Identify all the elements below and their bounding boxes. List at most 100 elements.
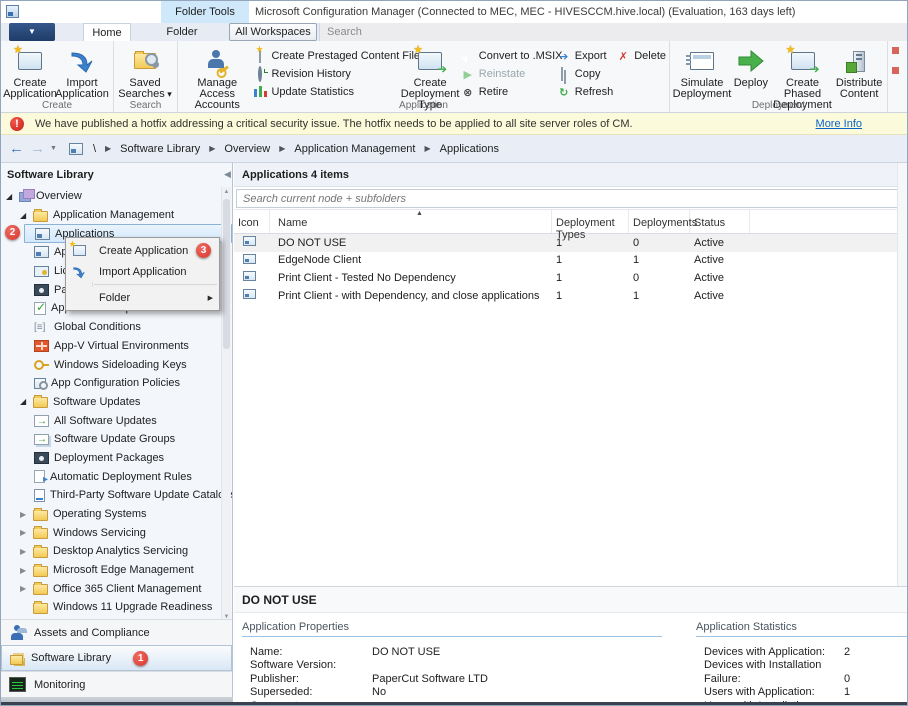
update-statistics-icon [253,84,267,100]
distribute-content-icon [846,50,866,73]
tree-item-global-conditions[interactable]: Global Conditions [1,318,232,337]
ribbon: Create Application Import Application Cr… [1,41,907,113]
tree-collapsed-icon[interactable]: ▶ [20,528,33,537]
workspace-software-library[interactable]: Software Library 1 [1,645,232,671]
menu-separator [94,284,217,285]
delete-icon: ✗ [618,50,628,63]
tree-item-app-configuration-policies[interactable]: App Configuration Policies [1,374,232,393]
breadcrumb-separator-icon: ▶ [209,144,216,153]
deploy-button[interactable]: Deploy [731,43,771,89]
tree-item-deployment-packages[interactable]: Deployment Packages [1,449,232,468]
more-info-link[interactable]: More Info [816,118,862,130]
tree-item-office-365-client-management[interactable]: ▶ Office 365 Client Management [1,579,232,598]
tree-item-overview[interactable]: ◢ Overview [1,187,232,206]
submenu-arrow-icon: ▶ [207,294,213,302]
address-bar: ← → ▼ \ ▶ Software Library ▶ Overview ▶ … [1,135,907,163]
tree-item-software-updates[interactable]: ◢ Software Updates [1,393,232,412]
tree-item-automatic-deployment-rules[interactable]: Automatic Deployment Rules [1,467,232,486]
table-row-print-client-tested[interactable]: Print Client - Tested No Dependency 1 0 … [234,269,907,287]
context-menu: Create Application 3 Import Application … [65,237,220,311]
menu-item-create-application[interactable]: Create Application 3 [66,239,219,261]
table-row-edgenode-client[interactable]: EdgeNode Client 1 1 Active [234,252,907,270]
create-application-button[interactable]: Create Application [3,43,57,100]
copy-button[interactable]: Copy [557,65,616,83]
distribute-content-button[interactable]: Distribute Content [834,43,884,100]
column-name[interactable]: Name [270,210,552,233]
tree-item-operating-systems[interactable]: ▶ Operating Systems [1,505,232,524]
statistics-heading: Application Statistics [696,621,907,637]
breadcrumb-separator-icon: ▶ [105,144,112,153]
ribbon-group-deployment: Simulate Deployment Deploy Create Phased… [670,41,888,112]
search-tab[interactable]: Search [319,23,905,41]
reinstate-button[interactable]: ▶ Reinstate [461,65,557,83]
tree-expanded-icon[interactable]: ◢ [20,397,33,406]
breadcrumb-root[interactable]: \ [93,143,96,155]
breadcrumb-applications[interactable]: Applications [440,143,499,155]
tree-scrollbar[interactable]: ▲ ▼ [221,187,231,622]
tree-item-windows-11-upgrade-readiness[interactable]: Windows 11 Upgrade Readiness [1,598,232,617]
back-button[interactable]: ← [9,136,24,162]
column-status[interactable]: Status [690,210,750,233]
tree-item-windows-servicing[interactable]: ▶ Windows Servicing [1,523,232,542]
column-icon[interactable]: Icon [234,210,270,233]
tree-collapsed-icon[interactable]: ▶ [20,547,33,556]
convert-to-msix-button[interactable]: Convert to .MSIX [461,47,563,65]
simulate-deployment-button[interactable]: Simulate Deployment [673,43,731,100]
tree-collapsed-icon[interactable]: ▶ [20,566,33,575]
scroll-up-icon[interactable]: ▲ [222,189,231,195]
ribbon-tab-row: ▼ Home Folder All Workspaces Search [1,23,907,41]
folder-icon [33,395,48,409]
window-bottom-edge [1,702,907,705]
revision-history-button[interactable]: Revision History [253,65,399,83]
breadcrumb-application-management[interactable]: Application Management [294,143,415,155]
tree-collapsed-icon[interactable]: ▶ [20,510,33,519]
create-prestaged-content-file-button[interactable]: Create Prestaged Content File [253,47,420,65]
tab-folder[interactable]: Folder [157,23,207,41]
menu-item-folder[interactable]: Folder ▶ [66,287,219,308]
saved-searches-button[interactable]: Saved Searches [117,43,173,100]
import-arrow-icon [66,265,92,279]
column-deployments[interactable]: Deployments [629,210,697,233]
retire-button[interactable]: ⊗ Retire [461,83,557,101]
create-application-icon [13,45,42,70]
application-menu-button[interactable]: ▼ [9,23,55,41]
refresh-button[interactable]: ↻ Refresh [557,83,616,101]
tree-item-software-update-groups[interactable]: Software Update Groups [1,430,232,449]
import-application-button[interactable]: Import Application [55,43,109,100]
history-dropdown-icon[interactable]: ▼ [50,145,57,152]
tab-home[interactable]: Home [83,23,131,41]
scrollbar-thumb[interactable] [223,199,230,349]
export-button[interactable]: ➔ Export [557,47,616,65]
menu-item-import-application[interactable]: Import Application [66,261,219,282]
table-row-print-client-dependency[interactable]: Print Client - with Dependency, and clos… [234,287,907,305]
tree-expanded-icon[interactable]: ◢ [20,211,33,220]
tree-item-microsoft-edge-management[interactable]: ▶ Microsoft Edge Management [1,561,232,580]
tree-item-appv-virtual-environments[interactable]: App-V Virtual Environments [1,337,232,356]
tree-item-application-management[interactable]: ◢ Application Management [1,206,232,225]
application-icon [243,271,256,282]
breadcrumb-overview[interactable]: Overview [224,143,270,155]
workspace-monitoring[interactable]: Monitoring [1,671,232,697]
assets-and-compliance-icon [9,625,26,640]
configuration-manager-window: Folder Tools Microsoft Configuration Man… [0,0,908,706]
update-statistics-button[interactable]: Update Statistics [253,83,399,101]
simulate-deployment-icon [686,52,714,70]
delete-button[interactable]: ✗ Delete [616,47,666,65]
tree-item-all-software-updates[interactable]: All Software Updates [1,411,232,430]
collapse-pane-icon[interactable]: ◀ [224,169,231,180]
tree-item-desktop-analytics-servicing[interactable]: ▶ Desktop Analytics Servicing [1,542,232,561]
breadcrumb-software-library[interactable]: Software Library [120,143,200,155]
search-input[interactable] [236,189,904,208]
list-scrollbar-track[interactable] [897,163,907,586]
all-workspaces-button[interactable]: All Workspaces [229,23,317,41]
tree-expanded-icon[interactable]: ◢ [6,192,19,201]
workspace-assets-and-compliance[interactable]: Assets and Compliance [1,619,232,645]
forward-button[interactable]: → [30,140,45,157]
tree-item-windows-sideloading-keys[interactable]: Windows Sideloading Keys [1,355,232,374]
column-deployment-types[interactable]: Deployment Types [552,210,629,241]
application-icon [243,236,256,247]
sort-ascending-icon[interactable]: ▲ [416,210,423,217]
table-header[interactable]: ▲ Icon Name Deployment Types Deployments… [234,210,907,241]
tree-item-third-party-catalogs[interactable]: Third-Party Software Update Catalogs [1,486,232,505]
tree-collapsed-icon[interactable]: ▶ [20,584,33,593]
